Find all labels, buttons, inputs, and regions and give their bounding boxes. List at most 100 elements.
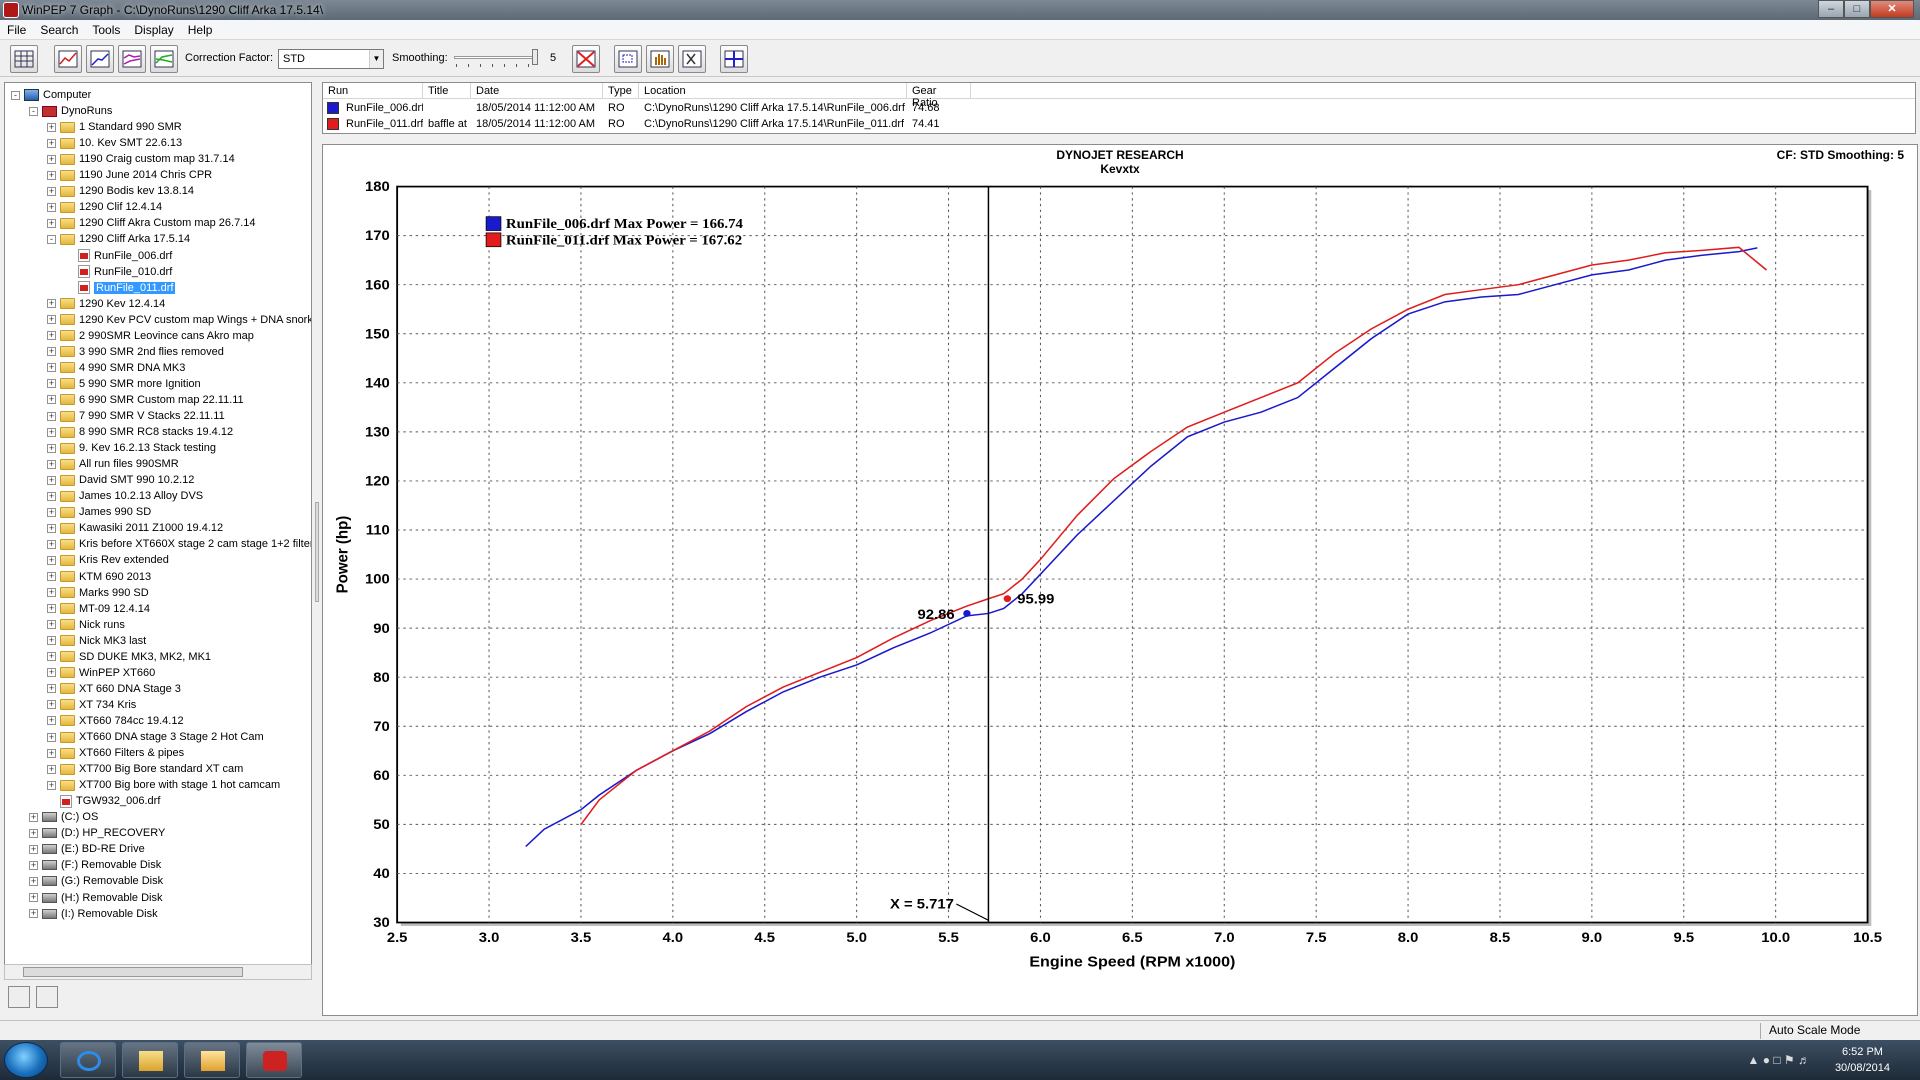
tree-item-computer[interactable]: - Computer bbox=[11, 87, 91, 103]
expand-icon[interactable]: + bbox=[47, 684, 56, 694]
expand-icon[interactable]: + bbox=[29, 893, 38, 902]
refresh-icon[interactable] bbox=[36, 986, 58, 1008]
run-cell-location[interactable]: C:\DynoRuns\1290 Cliff Arka 17.5.14\RunF… bbox=[639, 117, 907, 132]
graph-power-button[interactable] bbox=[86, 45, 114, 73]
tree-drive[interactable]: + (I:) Removable Disk bbox=[29, 906, 158, 922]
tree-item-dynoruns[interactable]: - DynoRuns bbox=[29, 103, 112, 119]
tree-folder[interactable]: + Nick runs bbox=[47, 617, 125, 633]
tree-folder[interactable]: + XT660 Filters & pipes bbox=[47, 745, 184, 761]
expand-icon[interactable]: + bbox=[29, 828, 38, 838]
expand-icon[interactable]: + bbox=[47, 668, 56, 678]
expand-icon[interactable]: + bbox=[29, 812, 38, 822]
tree-folder[interactable]: + James 990 SD bbox=[47, 504, 151, 520]
tree-folder[interactable]: + XT660 DNA stage 3 Stage 2 Hot Cam bbox=[47, 729, 264, 745]
run-cell-type[interactable]: RO bbox=[603, 101, 639, 116]
pane-splitter[interactable] bbox=[313, 82, 321, 1014]
internet-explorer-task[interactable] bbox=[60, 1042, 116, 1078]
run-cell-date[interactable]: 18/05/2014 11:12:00 AM bbox=[471, 117, 603, 132]
expand-icon[interactable]: + bbox=[47, 620, 56, 630]
tree-folder[interactable]: + XT 734 Kris bbox=[47, 697, 136, 713]
tree-folder[interactable]: + XT660 784cc 19.4.12 bbox=[47, 713, 184, 729]
menu-help[interactable]: Help bbox=[181, 20, 220, 40]
column-run[interactable]: Run bbox=[323, 83, 423, 99]
expand-icon[interactable]: + bbox=[47, 780, 56, 790]
splitter-grip[interactable] bbox=[315, 502, 319, 602]
system-tray[interactable]: ▲ ● □ ⚑ ♬ bbox=[1748, 1053, 1810, 1067]
graph-overlay-button[interactable] bbox=[150, 45, 178, 73]
dyno-chart[interactable]: 2.5 3.0 3.5 4.0 4.5 5.0 5.5 6.0 6.5 7.0 7.5 8.0 8.5 9… bbox=[323, 175, 1917, 985]
expand-icon[interactable]: + bbox=[47, 122, 56, 132]
expand-icon[interactable]: + bbox=[47, 475, 56, 485]
expand-icon[interactable]: + bbox=[47, 572, 56, 581]
graph-view-button[interactable] bbox=[54, 45, 82, 73]
tree-folder[interactable]: + Kris Rev extended bbox=[47, 552, 169, 568]
expand-icon[interactable]: + bbox=[47, 636, 56, 646]
tree-folder[interactable]: + WinPEP XT660 bbox=[47, 665, 155, 681]
expand-icon[interactable]: + bbox=[47, 202, 56, 212]
tree-folder[interactable]: +2 990SMR Leovince cans Akro map bbox=[47, 328, 254, 344]
maximize-button[interactable]: □ bbox=[1844, 0, 1870, 18]
collapse-icon[interactable]: - bbox=[29, 106, 38, 116]
expand-icon[interactable]: + bbox=[29, 844, 38, 854]
tree-runfile[interactable]: RunFile_006.drf bbox=[65, 248, 172, 264]
menu-search[interactable]: Search bbox=[33, 20, 85, 40]
run-cell-title[interactable] bbox=[423, 101, 471, 116]
tree-folder[interactable]: +7 990 SMR V Stacks 22.11.11 bbox=[47, 408, 225, 424]
crosshair-button[interactable] bbox=[720, 45, 748, 73]
column-type[interactable]: Type bbox=[603, 83, 639, 99]
tree-runfile[interactable]: RunFile_011.drf bbox=[65, 280, 176, 296]
tree-folder[interactable]: + Nick MK3 last bbox=[47, 633, 146, 649]
expand-icon[interactable]: + bbox=[47, 411, 56, 421]
menu-display[interactable]: Display bbox=[127, 20, 180, 40]
tree-folder[interactable]: + James 10.2.13 Alloy DVS bbox=[47, 488, 203, 504]
tree-folder[interactable]: + All run files 990SMR bbox=[47, 456, 179, 472]
expand-icon[interactable]: + bbox=[47, 732, 56, 742]
collapse-icon[interactable]: - bbox=[47, 234, 56, 244]
edit-notes-icon[interactable] bbox=[8, 986, 30, 1008]
outlook-task[interactable] bbox=[184, 1042, 240, 1078]
run-cell-gear[interactable]: 74.41 bbox=[907, 117, 971, 132]
expand-icon[interactable]: + bbox=[47, 347, 56, 357]
correction-factor-select[interactable]: STD ▼ bbox=[278, 49, 384, 69]
tree-folder[interactable]: +1190 June 2014 Chris CPR bbox=[47, 167, 212, 183]
expand-icon[interactable]: + bbox=[47, 748, 56, 758]
expand-icon[interactable]: + bbox=[29, 876, 38, 886]
tree-folder[interactable]: + MT-09 12.4.14 bbox=[47, 601, 150, 617]
run-cell-run[interactable]: RunFile_006.drf bbox=[341, 101, 423, 116]
collapse-icon[interactable]: - bbox=[11, 90, 20, 100]
winpep-app-icon[interactable] bbox=[3, 2, 19, 18]
expand-icon[interactable]: + bbox=[29, 909, 38, 919]
tree-folder[interactable]: +10. Kev SMT 22.6.13 bbox=[47, 135, 182, 151]
graph-torque-button[interactable] bbox=[118, 45, 146, 73]
tree-folder[interactable]: +1290 Kev 12.4.14 bbox=[47, 296, 165, 312]
expand-icon[interactable]: + bbox=[47, 764, 56, 774]
expand-icon[interactable]: + bbox=[47, 491, 56, 501]
expand-icon[interactable]: + bbox=[47, 507, 56, 517]
explorer-task[interactable] bbox=[122, 1042, 178, 1078]
expand-icon[interactable]: + bbox=[47, 539, 56, 549]
tree-folder[interactable]: + XT 660 DNA Stage 3 bbox=[47, 681, 181, 697]
cursor-button[interactable] bbox=[678, 45, 706, 73]
smoothing-slider[interactable] bbox=[452, 49, 540, 71]
expand-icon[interactable]: + bbox=[47, 652, 56, 662]
zoom-button[interactable] bbox=[614, 45, 642, 73]
tree-folder[interactable]: +6 990 SMR Custom map 22.11.11 bbox=[47, 392, 244, 408]
expand-icon[interactable]: + bbox=[47, 700, 56, 710]
column-title[interactable]: Title bbox=[423, 83, 471, 99]
column-gear-ratio[interactable]: Gear Ratio bbox=[907, 83, 971, 109]
expand-icon[interactable]: + bbox=[29, 860, 38, 870]
clock[interactable]: 6:52 PM 30/08/2014 bbox=[1835, 1044, 1890, 1076]
expand-icon[interactable]: + bbox=[47, 218, 56, 228]
tree-folder[interactable]: +1290 Clif 12.4.14 bbox=[47, 199, 162, 215]
tree-folder[interactable]: +8 990 SMR RC8 stacks 19.4.12 bbox=[47, 424, 233, 440]
expand-icon[interactable]: + bbox=[47, 588, 56, 598]
tree-folder[interactable]: + SD DUKE MK3, MK2, MK1 bbox=[47, 649, 211, 665]
tree-drive[interactable]: + (G:) Removable Disk bbox=[29, 873, 163, 889]
menu-tools[interactable]: Tools bbox=[85, 20, 127, 40]
expand-icon[interactable]: + bbox=[47, 555, 56, 565]
expand-icon[interactable]: + bbox=[47, 331, 56, 341]
tree-folder[interactable]: + XT700 Big bore with stage 1 hot camcam bbox=[47, 777, 280, 793]
expand-icon[interactable]: + bbox=[47, 443, 56, 453]
run-cell-run[interactable]: RunFile_011.drf bbox=[341, 117, 423, 132]
tree-folder[interactable]: +1290 Bodis kev 13.8.14 bbox=[47, 183, 194, 199]
